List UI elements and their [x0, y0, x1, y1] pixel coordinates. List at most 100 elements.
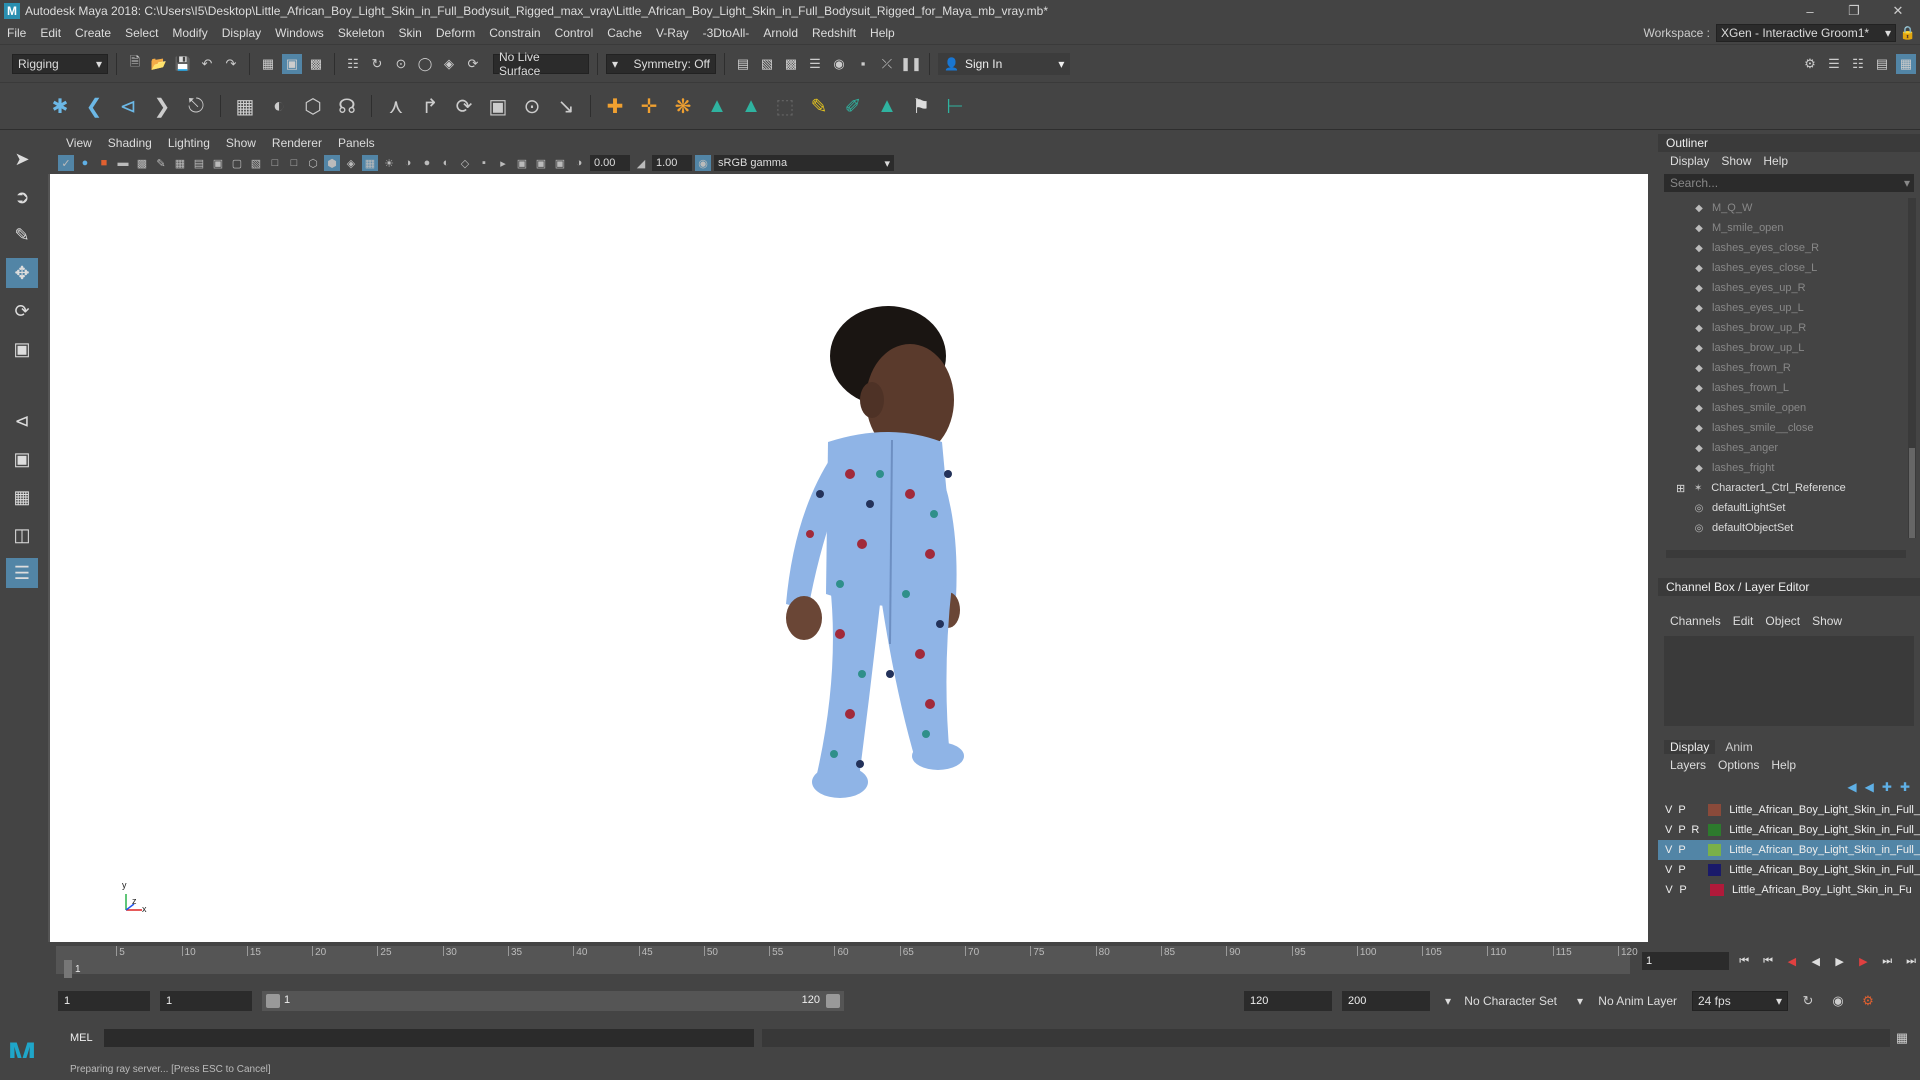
menu-windows[interactable]: Windows — [268, 26, 331, 40]
outliner-item[interactable]: ◆ lashes_frown_L — [1658, 378, 1906, 398]
layer-v-toggle[interactable]: V — [1664, 844, 1673, 856]
render-view-icon[interactable]: ▤ — [733, 54, 753, 74]
lock-icon[interactable]: 🔒 — [1896, 22, 1920, 44]
pole-vector-icon[interactable]: ↘ — [552, 92, 580, 120]
gate-mask-icon[interactable]: ▢ — [229, 155, 245, 171]
set-driven-key-icon[interactable]: ▲ — [737, 92, 765, 120]
camera-attributes-icon[interactable]: ● — [77, 155, 93, 171]
outliner-item[interactable]: ◆ lashes_smile_open — [1658, 398, 1906, 418]
outliner-item[interactable]: ◎ defaultObjectSet — [1658, 518, 1906, 538]
tool-settings-icon[interactable]: ☷ — [1848, 54, 1868, 74]
move-tool-icon[interactable]: ✥ — [6, 258, 38, 288]
menu-3dtoall[interactable]: -3DtoAll- — [696, 26, 757, 40]
loop-icon[interactable]: ↻ — [1798, 991, 1818, 1011]
layer-v-toggle[interactable]: V — [1664, 884, 1674, 896]
exposure-field[interactable]: 0.00 — [590, 155, 630, 171]
layer-p-toggle[interactable]: P — [1677, 804, 1686, 816]
snap-curve-icon[interactable]: ↻ — [367, 54, 387, 74]
tab-anim[interactable]: Anim — [1719, 740, 1758, 754]
render-settings-icon[interactable]: ☰ — [805, 54, 825, 74]
open-scene-icon[interactable]: 📂 — [149, 54, 169, 74]
view-transform-dropdown[interactable]: sRGB gamma ▾ — [714, 155, 894, 171]
range-start-handle[interactable] — [266, 994, 280, 1008]
layer-r-toggle[interactable]: R — [1691, 824, 1700, 836]
set-key-icon[interactable]: ▲ — [703, 92, 731, 120]
scroll-thumb[interactable] — [1909, 448, 1915, 538]
grid-icon[interactable]: ▦ — [172, 155, 188, 171]
safe-title-icon[interactable]: □ — [286, 155, 302, 171]
last-tool-icon[interactable]: ⊲ — [6, 406, 38, 436]
viewport-menu-lighting[interactable]: Lighting — [160, 136, 218, 150]
attribute-editor-icon[interactable]: ☰ — [1824, 54, 1844, 74]
outliner-item[interactable]: ◆ lashes_brow_up_L — [1658, 338, 1906, 358]
live-surface-field[interactable]: No Live Surface — [493, 50, 589, 78]
menuset-dropdown[interactable]: Rigging ▾ — [12, 53, 108, 74]
xray-joints-icon[interactable]: ▣ — [533, 155, 549, 171]
select-tool-icon[interactable]: ➤ — [6, 144, 38, 174]
close-icon[interactable]: ✕ — [1876, 0, 1920, 22]
lasso-tool-icon[interactable]: ➲ — [6, 182, 38, 212]
xray-icon[interactable]: ▣ — [514, 155, 530, 171]
outliner-item[interactable]: ⊞ ✶ Character1_Ctrl_Reference — [1658, 478, 1906, 498]
snap-grid-icon[interactable]: ☷ — [343, 54, 363, 74]
outliner-item[interactable]: ◆ lashes_anger — [1658, 438, 1906, 458]
menu-arnold[interactable]: Arnold — [756, 26, 805, 40]
play-forward-icon[interactable]: ▶ — [1831, 952, 1849, 970]
undo-icon[interactable]: ↶ — [197, 54, 217, 74]
channel-list[interactable] — [1664, 636, 1914, 726]
antialiasing-icon[interactable]: ◇ — [457, 155, 473, 171]
outliner-item[interactable]: ◎ defaultLightSet — [1658, 498, 1906, 518]
safe-action-icon[interactable]: □ — [267, 155, 283, 171]
shadows-icon[interactable]: ◑ — [400, 155, 416, 171]
layer-v-toggle[interactable]: V — [1664, 824, 1673, 836]
layer-row[interactable]: V P Little_African_Boy_Light_Skin_in_Full_ — [1658, 800, 1920, 820]
channel-box-menu-channels[interactable]: Channels — [1664, 614, 1727, 628]
menu-select[interactable]: Select — [118, 26, 165, 40]
point-constraint-icon[interactable]: ⋏ — [382, 92, 410, 120]
go-to-start-icon[interactable]: ⏮ — [1735, 952, 1753, 970]
step-forward-key-icon[interactable]: ⏭ — [1878, 952, 1896, 970]
layer-color-swatch[interactable] — [1708, 844, 1722, 856]
depth-of-field-icon[interactable]: ▪ — [476, 155, 492, 171]
layer-v-toggle[interactable]: V — [1664, 804, 1673, 816]
rotate-tool-icon[interactable]: ⟳ — [6, 296, 38, 326]
vray-render-icon[interactable]: ▪ — [853, 54, 873, 74]
menu-control[interactable]: Control — [548, 26, 601, 40]
color-management-icon[interactable]: ◉ — [695, 155, 711, 171]
ik-spline-icon[interactable]: ⊲ — [114, 92, 142, 120]
orient-constraint-icon[interactable]: ⟳ — [450, 92, 478, 120]
menu-skeleton[interactable]: Skeleton — [331, 26, 392, 40]
viewport-menu-shading[interactable]: Shading — [100, 136, 160, 150]
outliner-search-input[interactable]: Search... ▾ — [1664, 174, 1914, 192]
smooth-shade-icon[interactable]: ⬢ — [324, 155, 340, 171]
outliner-toggle-icon[interactable]: ▦ — [1896, 53, 1916, 74]
animation-start-field[interactable]: 1 — [58, 991, 150, 1011]
viewport-canvas[interactable]: x y z — [50, 174, 1648, 942]
go-to-end-icon[interactable]: ⏭ — [1902, 952, 1920, 970]
four-pane-icon[interactable]: ▦ — [6, 482, 38, 512]
outliner-menu-display[interactable]: Display — [1664, 154, 1715, 168]
menu-file[interactable]: File — [0, 26, 33, 40]
image-plane-icon[interactable]: ▬ — [115, 155, 131, 171]
current-frame-field[interactable]: 1 — [1642, 952, 1730, 970]
layer-row[interactable]: V P Little_African_Boy_Light_Skin_in_Full_ — [1658, 840, 1920, 860]
outliner-item[interactable]: ◆ lashes_brow_up_R — [1658, 318, 1906, 338]
layer-v-toggle[interactable]: V — [1664, 864, 1673, 876]
animation-end-field[interactable]: 200 — [1342, 991, 1430, 1011]
gamma-field[interactable]: 1.00 — [652, 155, 692, 171]
screen-space-ao-icon[interactable]: ● — [419, 155, 435, 171]
redo-icon[interactable]: ↷ — [221, 54, 241, 74]
save-scene-icon[interactable]: 💾 — [173, 54, 193, 74]
layer-row[interactable]: V P R Little_African_Boy_Light_Skin_in_Full… — [1658, 820, 1920, 840]
bind-skin-icon[interactable]: ❯ — [148, 92, 176, 120]
copy-weights-icon[interactable]: ▲ — [873, 92, 901, 120]
vray-ipr-icon[interactable]: ⤫ — [877, 54, 897, 74]
modeling-toolkit-icon[interactable]: ⚙ — [1800, 54, 1820, 74]
viewport-menu-view[interactable]: View — [58, 136, 100, 150]
workspace-dropdown[interactable]: XGen - Interactive Groom1* ▾ — [1716, 24, 1896, 42]
menu-modify[interactable]: Modify — [165, 26, 214, 40]
ipr-render-icon[interactable]: ▩ — [781, 54, 801, 74]
menu-edit[interactable]: Edit — [33, 26, 68, 40]
current-frame-marker[interactable] — [64, 960, 72, 978]
sign-in-button[interactable]: 👤 Sign In ▾ — [938, 52, 1071, 75]
